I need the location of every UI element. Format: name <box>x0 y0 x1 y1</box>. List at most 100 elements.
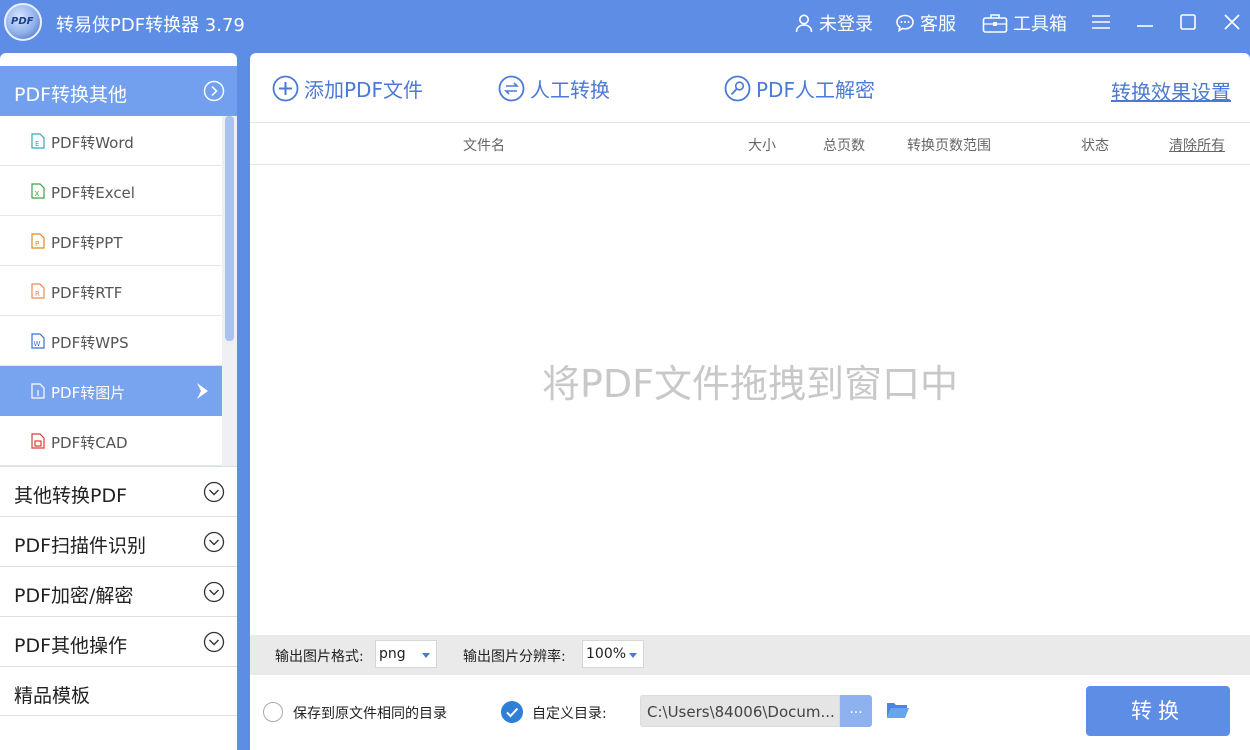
sidebar-group-ocr[interactable]: PDF扫描件识别 <box>0 516 237 566</box>
dropdown-caret-icon <box>629 653 637 658</box>
sidebar-group-label: PDF转换其他 <box>14 84 128 106</box>
output-path-field[interactable]: C:\Users\84006\Docum... <box>640 695 840 727</box>
rtf-file-icon: R <box>31 283 45 299</box>
column-filename: 文件名 <box>463 138 505 154</box>
toolbox-button[interactable]: 工具箱 <box>982 10 1067 36</box>
sidebar-item-label: PDF转WPS <box>51 334 129 352</box>
same-directory-label: 保存到原文件相同的目录 <box>293 706 447 722</box>
service-label: 客服 <box>920 14 956 35</box>
app-logo-icon: PDF <box>4 3 42 41</box>
close-button[interactable] <box>1220 10 1244 34</box>
main-panel: 添加PDF文件 人工转换 PDF人工解密 转换效果设置 文件名 大小 总页数 转… <box>250 53 1250 750</box>
sidebar-item-label: PDF转PPT <box>51 234 123 252</box>
sidebar-item-label: PDF转图片 <box>51 384 126 402</box>
cad-file-icon <box>31 433 45 449</box>
word-file-icon: E <box>31 133 45 149</box>
sidebar-item-label: PDF转Word <box>51 134 134 152</box>
title-bar: PDF 转易侠PDF转换器 3.79 未登录 客服 工具箱 <box>0 0 1250 48</box>
login-label: 未登录 <box>819 14 873 35</box>
convert-button[interactable]: 转换 <box>1086 686 1230 736</box>
sidebar-item-pdf-to-cad[interactable]: PDF转CAD <box>0 416 222 466</box>
sidebar-item-pdf-to-image[interactable]: PDF转图片 <box>0 366 222 416</box>
swap-circle-icon <box>498 75 525 102</box>
format-select[interactable]: png <box>375 640 437 668</box>
svg-text:P: P <box>35 240 39 248</box>
browse-button[interactable]: ... <box>840 695 872 727</box>
sidebar-scrollbar[interactable] <box>222 116 237 466</box>
sidebar-group-encrypt-decrypt[interactable]: PDF加密/解密 <box>0 566 237 616</box>
clear-all-link[interactable]: 清除所有 <box>1169 135 1225 155</box>
conversion-settings-link[interactable]: 转换效果设置 <box>1111 76 1231 105</box>
output-bar: 保存到原文件相同的目录 自定义目录: C:\Users\84006\Docum.… <box>250 675 1250 750</box>
add-pdf-label: 添加PDF文件 <box>304 78 423 102</box>
excel-file-icon: X <box>31 183 45 199</box>
custom-directory-radio[interactable] <box>501 701 523 723</box>
sidebar-group-label: PDF其他操作 <box>14 635 128 657</box>
drop-zone-hint: 将PDF文件拖拽到窗口中 <box>541 362 959 406</box>
manual-convert-button[interactable]: 人工转换 <box>498 74 610 103</box>
add-pdf-button[interactable]: 添加PDF文件 <box>272 74 423 103</box>
active-arrow-icon <box>197 383 208 399</box>
minimize-icon <box>1137 25 1153 27</box>
resolution-label: 输出图片分辨率: <box>463 649 566 665</box>
sidebar-group-label: 其他转换PDF <box>14 485 128 507</box>
svg-text:X: X <box>35 190 40 198</box>
toolbar: 添加PDF文件 人工转换 PDF人工解密 转换效果设置 <box>250 53 1250 123</box>
dropdown-caret-icon <box>422 653 430 658</box>
svg-text:W: W <box>34 340 41 348</box>
pdf-decrypt-button[interactable]: PDF人工解密 <box>724 74 875 103</box>
column-size: 大小 <box>748 138 776 154</box>
resolution-select[interactable]: 100% <box>582 640 644 668</box>
ppt-file-icon: P <box>31 233 45 249</box>
user-icon <box>795 14 813 33</box>
sidebar-group-label: 精品模板 <box>14 685 91 707</box>
sidebar-group-templates[interactable]: 精品模板 <box>0 666 237 716</box>
sidebar-scroll-thumb[interactable] <box>225 116 234 341</box>
sidebar-item-label: PDF转RTF <box>51 284 123 302</box>
menu-button[interactable] <box>1089 10 1113 34</box>
sidebar-item-pdf-to-excel[interactable]: X PDF转Excel <box>0 166 222 216</box>
resolution-value: 100% <box>586 646 627 662</box>
customer-service-button[interactable]: 客服 <box>895 10 956 36</box>
login-button[interactable]: 未登录 <box>794 10 873 36</box>
sidebar-group-pdf-to-other[interactable]: PDF转换其他 <box>0 66 237 116</box>
file-table-header: 文件名 大小 总页数 转换页数范围 状态 清除所有 <box>250 123 1250 165</box>
column-total-pages: 总页数 <box>823 138 865 154</box>
column-status: 状态 <box>1081 138 1109 154</box>
sidebar-item-pdf-to-wps[interactable]: W PDF转WPS <box>0 316 222 366</box>
chevron-right-circle-icon <box>203 80 225 102</box>
same-directory-radio[interactable] <box>263 702 283 722</box>
maximize-icon <box>1180 14 1196 30</box>
manual-convert-label: 人工转换 <box>530 78 610 102</box>
sidebar-item-label: PDF转Excel <box>51 184 135 202</box>
sidebar-group-label: PDF扫描件识别 <box>14 535 147 557</box>
key-circle-icon <box>724 75 751 102</box>
app-title: 转易侠PDF转换器 3.79 <box>56 15 245 36</box>
chevron-down-circle-icon <box>203 581 225 603</box>
open-folder-icon[interactable] <box>886 700 910 720</box>
pdf-decrypt-label: PDF人工解密 <box>756 78 875 102</box>
sidebar-item-pdf-to-word[interactable]: E PDF转Word <box>0 116 222 166</box>
chevron-down-circle-icon <box>203 481 225 503</box>
format-value: png <box>379 646 406 662</box>
minimize-button[interactable] <box>1133 10 1157 34</box>
column-page-range: 转换页数范围 <box>907 138 991 154</box>
custom-directory-label: 自定义目录: <box>532 706 607 722</box>
close-icon <box>1224 14 1240 30</box>
image-options-bar: 输出图片格式: png 输出图片分辨率: 100% <box>250 635 1250 675</box>
sidebar-item-pdf-to-rtf[interactable]: R PDF转RTF <box>0 266 222 316</box>
sidebar-group-label: PDF加密/解密 <box>14 585 134 607</box>
chevron-down-circle-icon <box>203 531 225 553</box>
sidebar-group-other-to-pdf[interactable]: 其他转换PDF <box>0 466 237 516</box>
chat-bubble-icon <box>896 14 914 33</box>
sidebar-group-other-operations[interactable]: PDF其他操作 <box>0 616 237 666</box>
app-logo-text: PDF <box>11 16 34 27</box>
sidebar: PDF转换其他 E PDF转Word X PDF转Excel P PDF转PPT… <box>0 53 237 750</box>
toolbox-icon <box>982 14 1008 33</box>
sidebar-item-pdf-to-ppt[interactable]: P PDF转PPT <box>0 216 222 266</box>
format-label: 输出图片格式: <box>275 649 364 665</box>
image-file-icon <box>31 383 45 399</box>
sidebar-item-label: PDF转CAD <box>51 434 128 452</box>
maximize-button[interactable] <box>1176 10 1200 34</box>
svg-text:R: R <box>35 290 40 298</box>
